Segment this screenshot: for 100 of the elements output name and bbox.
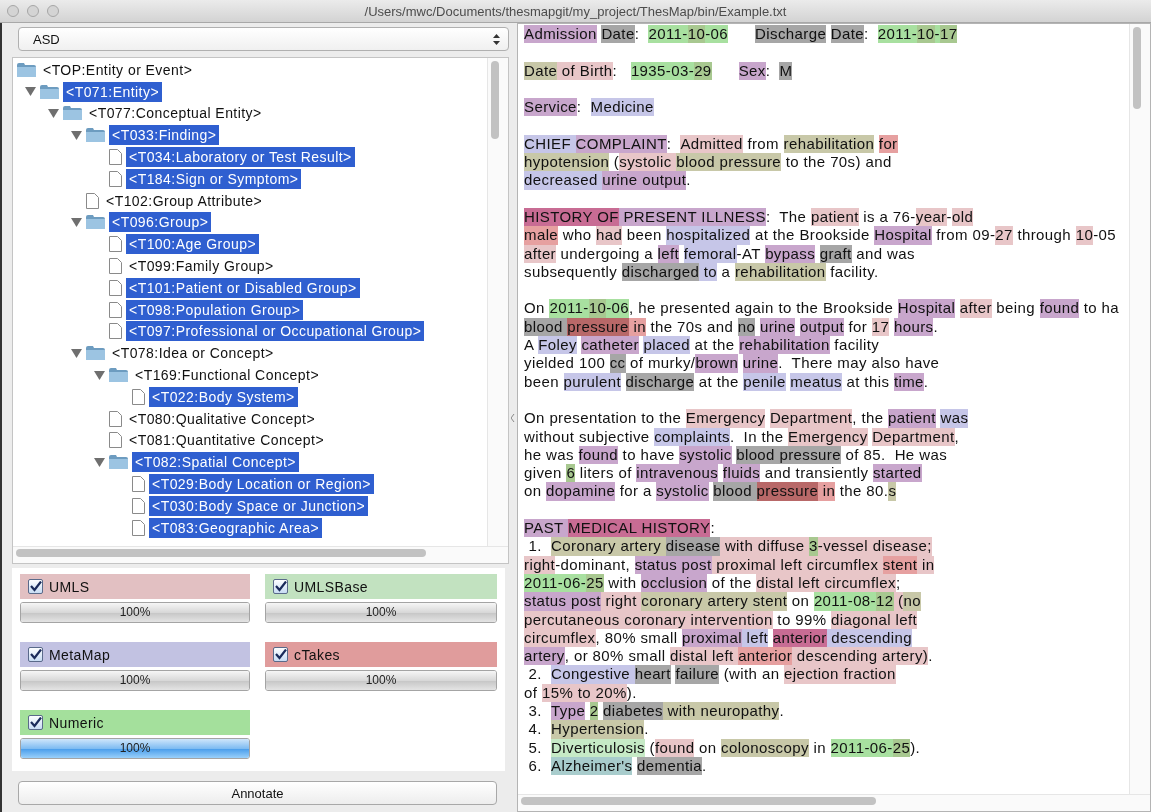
document-text: - (946, 207, 952, 227)
tree-node[interactable]: <T083:Geographic Area> (149, 517, 323, 538)
tree-node[interactable]: <T029:Body Location or Region> (149, 474, 374, 495)
expand-triangle-icon[interactable] (70, 129, 82, 141)
checkbox[interactable] (273, 647, 288, 662)
tree-node[interactable]: <T030:Body Space or Junction> (149, 495, 369, 516)
highlighted-term: anterior (772, 628, 827, 648)
tree-node[interactable]: <T034:Laboratory or Test Result> (126, 147, 355, 168)
tree-node[interactable]: <T096:Group> (109, 212, 212, 233)
tree-node[interactable]: <T184:Sign or Symptom> (126, 168, 302, 189)
checkbox[interactable] (28, 647, 43, 662)
scrollbar[interactable] (518, 794, 1150, 811)
expand-triangle-icon[interactable] (93, 369, 105, 381)
progress-reading: 100% (119, 605, 151, 619)
document-icon (109, 149, 122, 166)
document-icon (86, 192, 99, 209)
highlighted-term: bypass (765, 244, 816, 263)
tree-node[interactable]: <T078:Idea or Concept> (109, 343, 277, 364)
document-icon (109, 432, 122, 449)
checkbox[interactable] (28, 715, 43, 730)
progress-reading: 100% (119, 741, 151, 755)
highlighted-term: Sex (738, 61, 766, 80)
highlighted-term: 2 (589, 702, 599, 721)
tree-node[interactable]: <T033:Finding> (109, 125, 220, 146)
source-label: UMLS (49, 578, 90, 595)
expand-triangle-icon[interactable] (47, 108, 59, 119)
highlighted-term: Admitted (680, 134, 743, 154)
window-title: /Users/mwc/Documents/thesmapgit/my_project/ThesMap/bin/Example.txt (364, 3, 787, 19)
tree-node[interactable]: <T081:Quantitative Concept> (126, 430, 328, 451)
progress-reading: 100% (365, 605, 397, 619)
document-icon (109, 236, 122, 253)
document-text: yielded 100 (524, 354, 607, 373)
document-text: been (625, 226, 663, 245)
highlighted-term: found (1039, 299, 1080, 318)
document-text: on (524, 482, 543, 501)
expand-triangle-icon[interactable] (70, 347, 82, 359)
expand-triangle-icon[interactable] (93, 456, 105, 468)
tree-node[interactable]: <T080:Qualitative Concept> (126, 408, 319, 429)
document-text: . There may also have (778, 354, 940, 373)
split-grip-icon[interactable] (511, 413, 515, 422)
expand-triangle-icon[interactable] (24, 86, 36, 98)
tree-node[interactable]: <T099:Family Group> (126, 256, 277, 277)
checkbox[interactable] (28, 579, 43, 594)
document-text: liters of (578, 464, 633, 483)
highlighted-term: artery (524, 647, 565, 666)
expand-triangle-icon[interactable] (70, 216, 82, 228)
highlighted-term: of Birth (557, 61, 613, 80)
tree-node[interactable]: <T101:Patient or Disabled Group> (126, 277, 360, 298)
highlighted-term: after (959, 299, 992, 318)
scrollbar[interactable] (487, 58, 508, 546)
highlighted-term: discharged (621, 262, 700, 282)
folder-icon (86, 346, 105, 361)
document-text: : (765, 61, 772, 80)
checkbox[interactable] (273, 579, 288, 594)
highlighted-term: PRESENT ILLNESS (618, 207, 766, 227)
highlighted-term: 29 (694, 61, 712, 80)
tree-node[interactable]: <T097:Professional or Occupational Group> (126, 321, 425, 342)
highlighted-term: hours (893, 317, 934, 337)
highlighted-term: male (524, 226, 559, 245)
highlighted-term: 10 (1075, 226, 1094, 245)
annotate-button[interactable]: Annotate (18, 781, 497, 805)
document-text: at the (693, 336, 736, 355)
scrollbar[interactable] (1129, 24, 1150, 794)
highlighted-term: HISTORY OF (524, 207, 619, 227)
document-text: been (524, 372, 560, 391)
highlighted-term: rehabilitation (783, 134, 875, 154)
document-text: facility. (829, 262, 879, 282)
folder-icon (86, 215, 105, 230)
document-text: a (720, 262, 732, 282)
highlighted-term: found (578, 445, 619, 465)
highlighted-term: in (818, 482, 836, 501)
highlighted-term: diabetes (603, 702, 663, 721)
tree-node[interactable]: <T098:Population Group> (126, 299, 304, 320)
highlighted-term: Foley (538, 336, 577, 355)
tree-node[interactable]: <T077:Conceptual Entity> (86, 103, 265, 124)
document-text: facility (833, 336, 880, 355)
tree-node[interactable]: <TOP:Entity or Event> (40, 59, 196, 80)
scrollbar[interactable] (13, 546, 508, 563)
highlighted-term: descending artery) (792, 647, 929, 666)
highlighted-term: 15% to 20% (541, 683, 627, 702)
tree-node[interactable]: <T082:Spatial Concept> (132, 452, 299, 473)
tree-node[interactable]: <T071:Entity> (63, 81, 162, 102)
highlighted-term: - (934, 25, 940, 44)
document-text: through (1016, 226, 1073, 245)
tree-node[interactable]: <T022:Body System> (149, 386, 298, 407)
highlighted-term: blood pressure (676, 153, 782, 172)
document-text: . (928, 647, 933, 666)
document-text: : (576, 98, 583, 117)
tree-node[interactable]: <T100:Age Group> (126, 234, 260, 255)
document-text: 4. (527, 720, 543, 739)
highlighted-term: colonoscopy (721, 738, 809, 757)
highlighted-term: meatus (790, 372, 842, 391)
document-icon (109, 279, 122, 296)
tree-node[interactable]: <T102:Group Attribute> (103, 190, 266, 211)
highlighted-term: blood (713, 482, 757, 501)
highlighted-term: year (915, 207, 947, 227)
ontology-dropdown[interactable]: ASD (18, 27, 509, 51)
highlighted-term: graft (819, 244, 852, 263)
document-text: , (954, 427, 960, 446)
tree-node[interactable]: <T169:Functional Concept> (132, 365, 323, 386)
